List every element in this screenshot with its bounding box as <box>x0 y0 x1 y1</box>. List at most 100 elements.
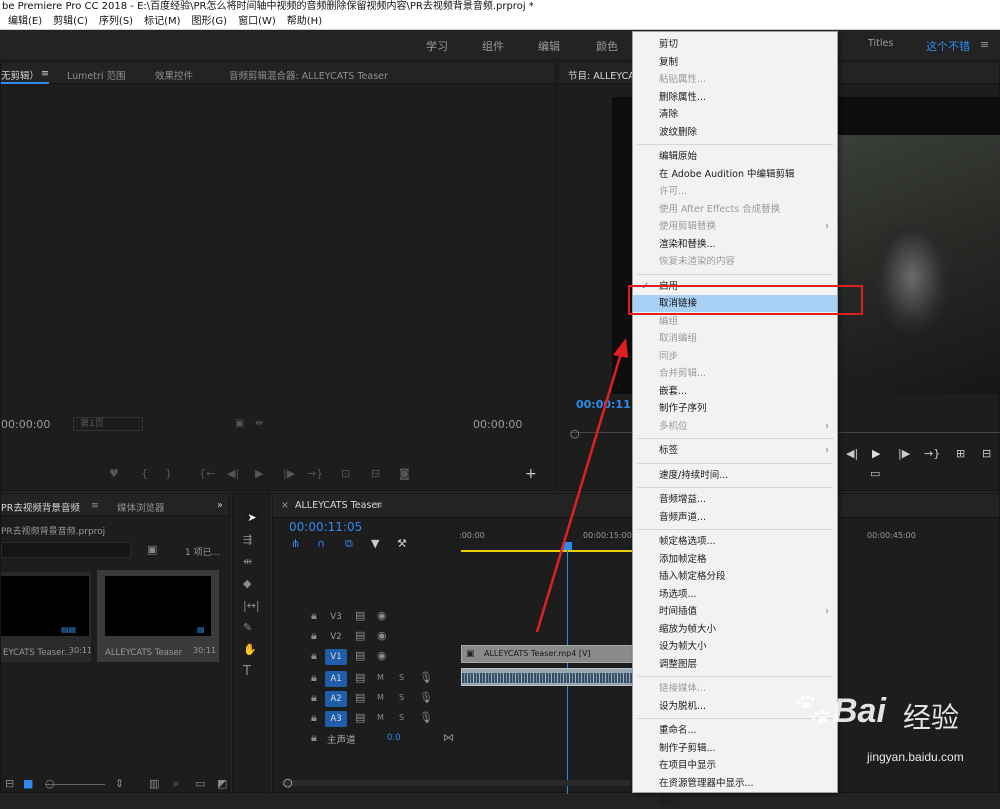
context-menu-item[interactable]: 在资源管理器中显示... <box>633 775 837 792</box>
context-menu-item[interactable]: 插入帧定格分段 <box>633 568 837 585</box>
track-label[interactable]: V1 <box>325 649 347 665</box>
master-volume[interactable]: 0.0 <box>387 733 401 743</box>
insert-icon[interactable]: ⊡ <box>341 468 350 480</box>
context-menu-item[interactable]: 清除 <box>633 106 837 123</box>
go-to-end-icon[interactable]: ⋈ <box>443 732 454 744</box>
panel-menu-icon[interactable]: ≡ <box>41 68 49 79</box>
timeline-scrollbar[interactable] <box>281 780 631 786</box>
list-view-icon[interactable]: ■ <box>23 778 33 790</box>
overflow-icon[interactable]: » <box>217 500 223 511</box>
track-label[interactable]: A3 <box>325 711 347 727</box>
playhead-handle[interactable] <box>563 542 572 550</box>
eye-icon[interactable]: ◉ <box>377 610 387 622</box>
context-menu-item[interactable]: 调整图层 <box>633 656 837 673</box>
page-select[interactable]: 第1页 <box>73 417 143 431</box>
selection-tool-icon[interactable]: ➤ <box>243 512 261 524</box>
context-menu-item[interactable]: 添加帧定格 <box>633 551 837 568</box>
bin-icon[interactable]: ▣ <box>147 544 157 556</box>
menu-help[interactable]: 帮助(H) <box>287 14 322 29</box>
context-menu-item[interactable]: 复制 <box>633 54 837 71</box>
lock-track-icon[interactable]: 🔒︎ <box>311 630 317 642</box>
workspace-custom[interactable]: 这个不错 <box>926 38 970 54</box>
tab-source[interactable]: 无剪辑） <box>1 68 39 82</box>
tab-media-browser[interactable]: 媒体浏览器 <box>117 500 165 514</box>
context-menu-item[interactable]: 帧定格选项... <box>633 533 837 550</box>
context-menu-item[interactable]: 恢复未渲染的内容 <box>633 253 837 270</box>
play-icon[interactable]: ▶ <box>255 468 263 480</box>
new-item-icon[interactable]: ◩ <box>217 778 227 790</box>
new-bin-icon[interactable]: ▭ <box>195 778 205 790</box>
solo-button[interactable]: S <box>399 672 404 684</box>
marker-icon[interactable]: ♥ <box>109 468 119 480</box>
context-menu-item[interactable]: 制作子剪辑... <box>633 740 837 757</box>
export-frame-icon-2[interactable]: ▭ <box>870 468 880 480</box>
extract-icon[interactable]: ⊟ <box>982 448 991 460</box>
playhead-handle-icon[interactable]: ○ <box>570 428 580 440</box>
prog-go-to-out-icon[interactable]: →} <box>924 448 940 460</box>
project-menu-icon[interactable]: ≡ <box>91 500 99 511</box>
context-menu-item[interactable]: 删除属性... <box>633 89 837 106</box>
context-menu-item[interactable]: 链接媒体... <box>633 680 837 697</box>
eye-icon[interactable]: ◉ <box>377 650 387 662</box>
context-menu-item[interactable]: 编组 <box>633 313 837 330</box>
context-menu-item[interactable]: 嵌套... <box>633 383 837 400</box>
menu-graphics[interactable]: 图形(G) <box>192 14 228 29</box>
context-menu-item[interactable]: 设为帧大小 <box>633 638 837 655</box>
context-menu-item[interactable]: 粘贴属性... <box>633 71 837 88</box>
track-label[interactable]: A2 <box>325 691 347 707</box>
close-tab-icon[interactable]: × <box>281 500 289 511</box>
menu-clip[interactable]: 剪辑(C) <box>53 14 88 29</box>
context-menu-item[interactable]: 设为脱机... <box>633 698 837 715</box>
lock-track-icon[interactable]: 🔒︎ <box>311 732 317 744</box>
razor-tool-icon[interactable]: ◆ <box>243 578 251 590</box>
pen-tool-icon[interactable]: ✎ <box>243 622 252 634</box>
lock-track-icon[interactable]: 🔒︎ <box>311 692 317 704</box>
find-icon[interactable]: ⌕ <box>173 778 179 790</box>
export-frame-icon[interactable]: ◙ <box>399 468 410 480</box>
wrench-icon[interactable]: ⚒ <box>397 538 407 550</box>
context-menu-item[interactable]: 标签 › <box>633 442 837 459</box>
mark-in-icon[interactable]: { <box>141 468 148 480</box>
ripple-edit-tool-icon[interactable]: ⇹ <box>243 556 252 568</box>
context-menu-item[interactable]: 音频声道... <box>633 509 837 526</box>
workspace-menu-icon[interactable]: ≡ <box>980 38 989 51</box>
sync-lock-icon[interactable]: ▤ <box>355 692 365 704</box>
sync-lock-icon[interactable]: ▤ <box>355 610 365 622</box>
mute-button[interactable]: M <box>377 672 384 684</box>
lock-track-icon[interactable]: 🔒︎ <box>311 650 317 662</box>
menu-edit[interactable]: 编辑(E) <box>8 14 42 29</box>
prog-step-back-icon[interactable]: ◀| <box>846 448 858 460</box>
context-menu-item[interactable]: 场选项... <box>633 586 837 603</box>
audio-clip[interactable] <box>461 668 633 686</box>
context-menu-item[interactable]: 波纹删除 <box>633 124 837 141</box>
sequence-menu-icon[interactable]: ≡ <box>375 500 383 511</box>
hand-tool-icon[interactable]: ✋ <box>243 644 257 656</box>
track-select-tool-icon[interactable]: ⇶ <box>243 534 252 546</box>
go-to-in-icon[interactable]: {← <box>199 468 215 480</box>
track-label[interactable]: V3 <box>325 609 347 625</box>
tab-lumetri-scopes[interactable]: Lumetri 范围 <box>67 68 126 82</box>
context-menu-item[interactable]: 制作子序列 <box>633 400 837 417</box>
linked-selection-icon[interactable]: ⧉ <box>345 538 353 550</box>
context-menu-item[interactable]: 使用剪辑替换 › <box>633 218 837 235</box>
sort-icon[interactable]: ⇕ <box>115 778 124 790</box>
track-label[interactable]: V2 <box>325 629 347 645</box>
context-menu-item[interactable]: 合并剪辑... <box>633 365 837 382</box>
project-search-input[interactable] <box>1 542 131 558</box>
workspace-assembly[interactable]: 组件 <box>482 38 504 54</box>
lock-track-icon[interactable]: 🔒︎ <box>311 712 317 724</box>
settings-icon[interactable]: ⇹ <box>255 418 263 429</box>
sync-lock-icon[interactable]: ▤ <box>355 630 365 642</box>
microphone-icon[interactable]: 🎙︎ <box>419 672 433 684</box>
context-menu-item[interactable]: 时间插值 › <box>633 603 837 620</box>
context-menu-item[interactable]: 在项目中显示 <box>633 757 837 774</box>
tab-effect-controls[interactable]: 效果控件 <box>155 68 193 82</box>
sync-lock-icon[interactable]: ▤ <box>355 650 365 662</box>
menu-window[interactable]: 窗口(W) <box>238 14 276 29</box>
context-menu-item[interactable]: 属性 <box>633 792 837 809</box>
tab-audio-clip-mixer[interactable]: 音频剪辑混合器: ALLEYCATS Teaser <box>229 68 388 82</box>
menu-sequence[interactable]: 序列(S) <box>99 14 133 29</box>
context-menu-item[interactable]: 剪切 <box>633 36 837 53</box>
project-item-2[interactable]: ▤ ALLEYCATS Teaser 30:11 <box>97 570 219 662</box>
track-label[interactable]: A1 <box>325 671 347 687</box>
